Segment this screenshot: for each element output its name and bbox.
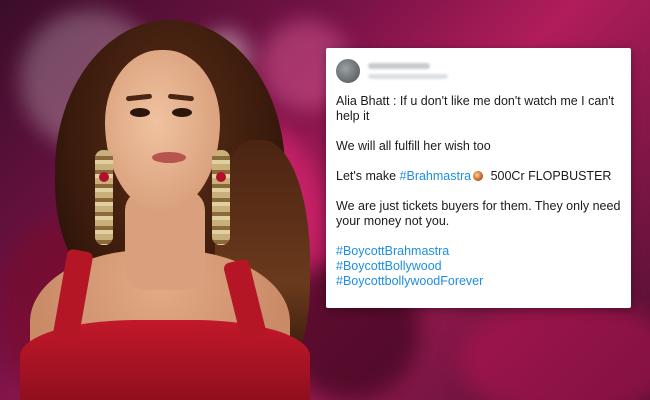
actress-photo xyxy=(0,0,330,400)
brahmastra-emoji-icon xyxy=(473,171,484,181)
earring-gem xyxy=(99,172,109,182)
earring xyxy=(212,150,230,245)
hashtag-link[interactable]: #BoycottBollywood xyxy=(336,259,626,274)
lips xyxy=(152,152,186,163)
hashtag-link[interactable]: #BoycottbollywoodForever xyxy=(336,274,626,289)
eye xyxy=(172,108,192,117)
tweet-line: Let's make #Brahmastra 500Cr FLOPBUSTER xyxy=(336,169,626,184)
tweet-body: Alia Bhatt : If u don't like me don't wa… xyxy=(336,94,626,289)
tweet-text: 500Cr FLOPBUSTER xyxy=(487,169,612,183)
tweet-line: Alia Bhatt : If u don't like me don't wa… xyxy=(336,94,615,123)
hashtag-list: #BoycottBrahmastra #BoycottBollywood #Bo… xyxy=(336,244,626,289)
tweet-text: Let's make xyxy=(336,169,400,183)
tweet-line: We are just tickets buyers for them. The… xyxy=(336,199,621,228)
hashtag-link[interactable]: #Brahmastra xyxy=(400,169,472,183)
hashtag-link[interactable]: #BoycottBrahmastra xyxy=(336,244,626,259)
blurred-handle xyxy=(368,74,448,79)
blurred-username xyxy=(368,63,448,79)
eye xyxy=(130,108,150,117)
tweet-header xyxy=(336,58,448,84)
earring-gem xyxy=(216,172,226,182)
blurred-display-name xyxy=(368,63,430,69)
face xyxy=(105,50,220,210)
background-light xyxy=(460,300,650,400)
avatar xyxy=(336,59,360,83)
news-image: Alia Bhatt : If u don't like me don't wa… xyxy=(0,0,650,400)
earring xyxy=(95,150,113,245)
tweet-card: Alia Bhatt : If u don't like me don't wa… xyxy=(326,48,631,308)
tweet-line: We will all fulfill her wish too xyxy=(336,139,491,153)
